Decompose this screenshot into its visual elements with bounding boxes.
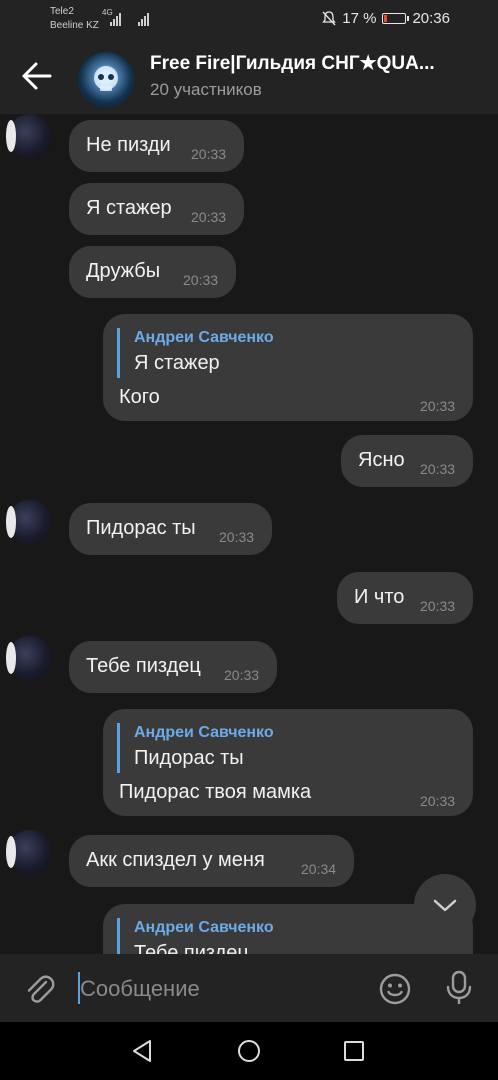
message-time: 20:33 (224, 667, 260, 683)
scroll-down-button[interactable] (414, 874, 476, 936)
message-time: 20:33 (191, 209, 227, 225)
message-text: Кого (119, 386, 160, 408)
nav-back-icon[interactable] (130, 1038, 156, 1064)
message-text: Тебе пиздец (86, 655, 201, 677)
nav-home-icon[interactable] (236, 1038, 262, 1064)
message-text: И что (354, 586, 405, 608)
signal-icon (138, 12, 149, 26)
reply-message-bubble[interactable]: Андреи Савченко Пидорас ты Пидорас твоя … (103, 709, 473, 816)
message-text: Пидорас ты (86, 517, 196, 539)
message-time: 20:34 (301, 861, 337, 877)
emoji-icon[interactable] (378, 972, 412, 1006)
battery-percent: 17 % (342, 10, 377, 27)
message-list[interactable]: Не пизди 20:33 Я стажер 20:33 Дружбы 20:… (0, 114, 498, 954)
status-bar: Tele2 Beeline KZ 4G 17 % 20:36 (0, 0, 498, 38)
system-nav-bar (0, 1022, 498, 1080)
status-right: 17 % 20:36 (322, 10, 450, 27)
reply-message-bubble[interactable]: Андреи Савченко Я стажер Кого 20:33 (103, 314, 473, 421)
message-bubble[interactable]: Пидорас ты 20:33 (69, 503, 272, 555)
message-input[interactable]: Сообщение (80, 976, 200, 1002)
chat-header: Free Fire|Гильдия СНГ★QUA... 20 участник… (0, 38, 498, 114)
message-text: Не пизди (86, 134, 171, 156)
message-bubble[interactable]: Я стажер 20:33 (69, 183, 244, 235)
carrier-1: Tele2 (50, 6, 74, 17)
reply-text: Тебе пиздец (134, 942, 249, 954)
signal-icon (110, 12, 121, 26)
message-time: 20:33 (420, 793, 456, 809)
sender-avatar[interactable] (6, 636, 52, 680)
microphone-icon[interactable] (443, 970, 475, 1006)
clock: 20:36 (412, 10, 450, 27)
battery-icon (382, 13, 410, 24)
reply-quote[interactable]: Андреи Савченко Тебе пиздец (117, 918, 274, 954)
nav-recents-icon[interactable] (342, 1039, 366, 1063)
message-bubble[interactable]: Ясно 20:33 (341, 435, 473, 487)
message-bubble[interactable]: Акк спиздел у меня 20:34 (69, 835, 354, 887)
message-text: Ясно (358, 449, 405, 471)
message-time: 20:33 (219, 529, 255, 545)
message-text: Пидорас твоя мамка (119, 781, 312, 803)
reply-quote[interactable]: Андреи Савченко Пидорас ты (117, 723, 274, 773)
message-bubble[interactable]: И что 20:33 (337, 572, 473, 624)
participants-count: 20 участников (150, 80, 262, 99)
message-time: 20:33 (420, 398, 456, 414)
message-time: 20:33 (183, 272, 219, 288)
message-input-bar (0, 954, 498, 1022)
sender-avatar[interactable] (6, 500, 52, 544)
sender-avatar[interactable] (6, 114, 52, 158)
attach-icon[interactable] (22, 972, 56, 1006)
message-text: Дружбы (86, 260, 161, 282)
reply-author: Андреи Савченко (134, 919, 274, 936)
message-bubble[interactable]: Тебе пиздец 20:33 (69, 641, 277, 693)
message-bubble[interactable]: Дружбы 20:33 (69, 246, 236, 298)
message-text: Акк спиздел у меня (86, 849, 265, 871)
carrier-2: Beeline KZ (50, 20, 99, 31)
back-arrow-icon[interactable] (20, 60, 56, 92)
chevron-down-icon (433, 899, 457, 912)
reply-author: Андреи Савченко (134, 724, 274, 741)
reply-text: Я стажер (134, 352, 220, 374)
message-bubble[interactable]: Не пизди 20:33 (69, 120, 244, 172)
sender-avatar[interactable] (6, 830, 52, 874)
message-text: Я стажер (86, 197, 172, 219)
message-time: 20:33 (420, 461, 456, 477)
reply-text: Пидорас ты (134, 747, 244, 769)
message-time: 20:33 (420, 598, 456, 614)
reply-author: Андреи Савченко (134, 329, 274, 346)
skull-icon (94, 66, 118, 91)
message-time: 20:33 (191, 146, 227, 162)
mute-bell-icon (322, 11, 337, 26)
chat-title[interactable]: Free Fire|Гильдия СНГ★QUA... (150, 52, 470, 75)
group-avatar[interactable] (78, 52, 134, 108)
reply-quote[interactable]: Андреи Савченко Я стажер (117, 328, 274, 378)
